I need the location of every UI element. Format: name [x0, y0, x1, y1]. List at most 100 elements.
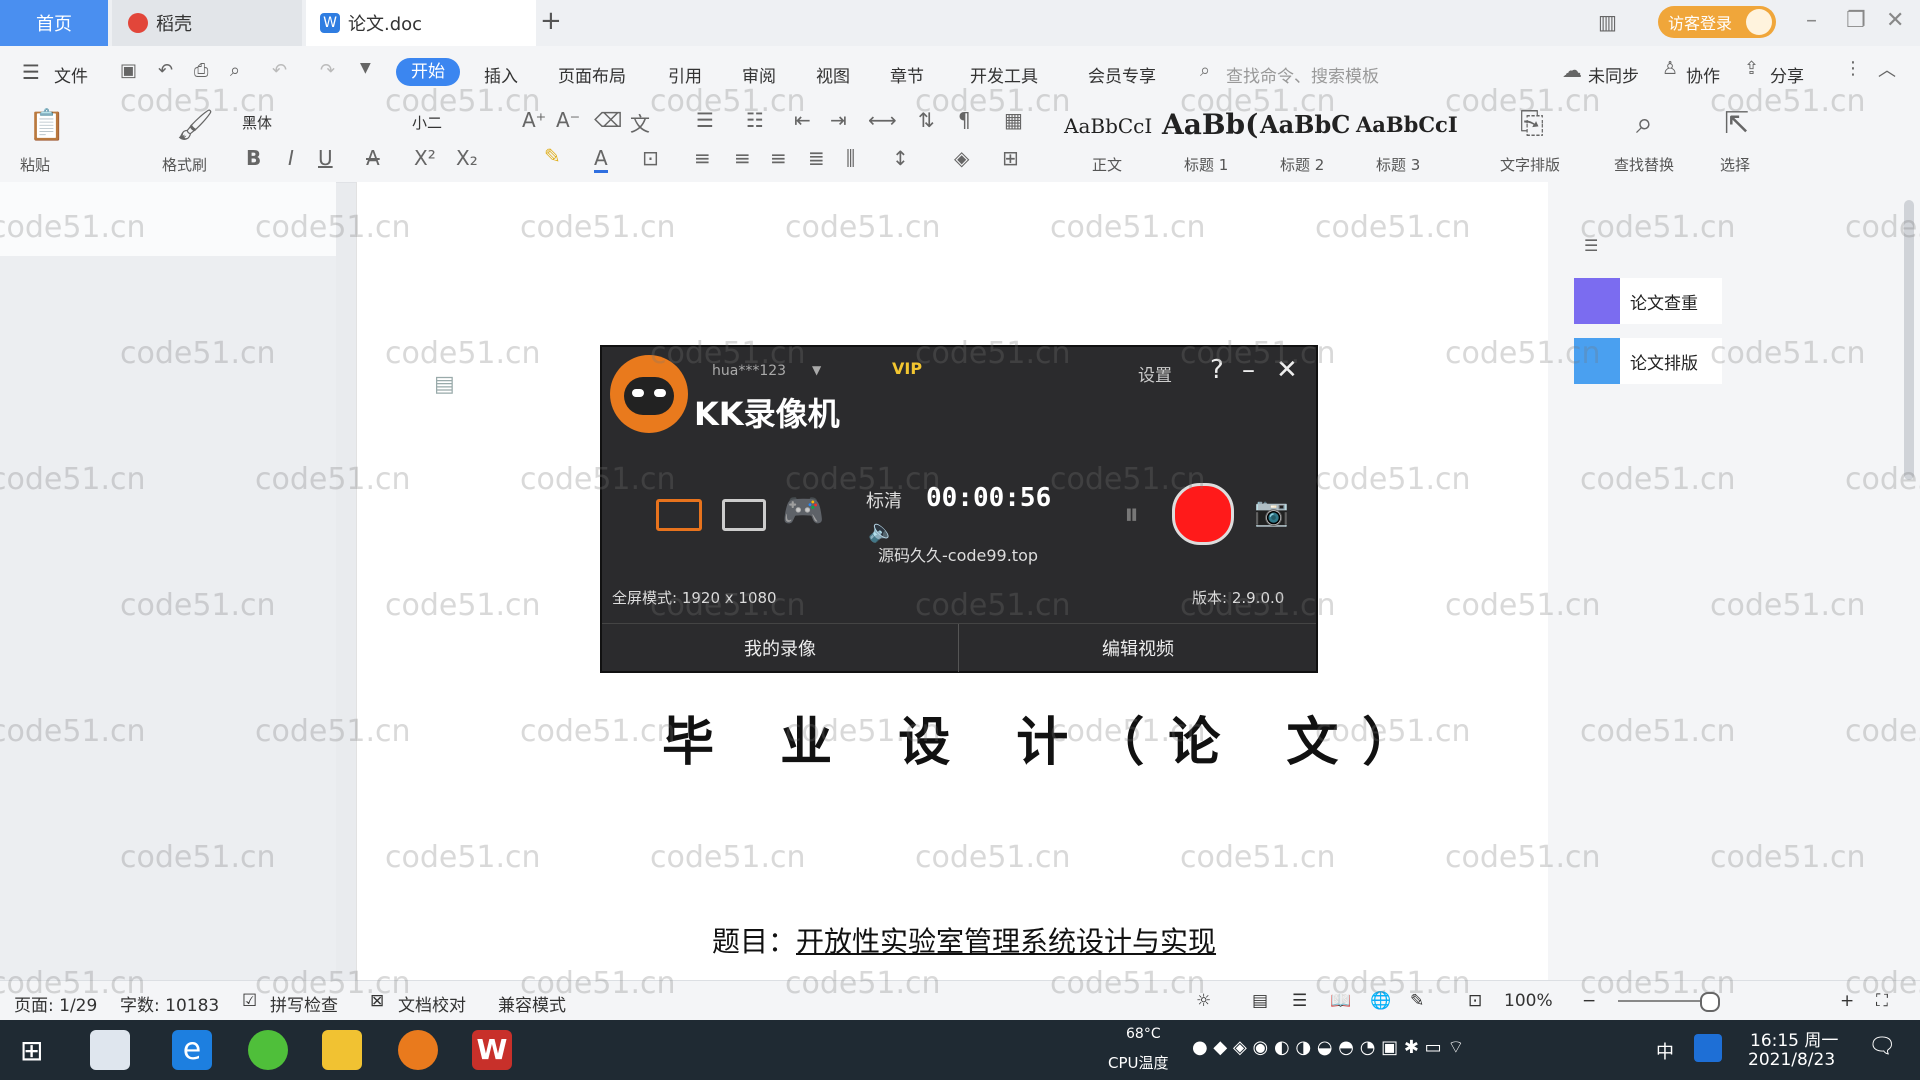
italic-icon[interactable]: I [288, 146, 294, 170]
doc-proof-button[interactable]: 文档校对 [398, 991, 466, 1016]
menu-file[interactable]: 文件 [54, 62, 88, 87]
share-button[interactable]: 分享 [1770, 62, 1804, 87]
page-indicator[interactable]: 页面: 1/29 [14, 991, 97, 1016]
edit-video-button[interactable]: 编辑视频 [960, 624, 1316, 672]
eye-protect-icon[interactable]: ☼ [1196, 991, 1211, 1011]
font-color-icon[interactable]: A [594, 146, 608, 173]
more-icon[interactable]: ⋮ [1844, 58, 1862, 79]
hamburger-icon[interactable]: ☰ [22, 60, 40, 84]
numbering-icon[interactable]: ☷ [746, 108, 764, 132]
font-select[interactable]: 黑体 [242, 112, 272, 133]
subscript-icon[interactable]: X₂ [456, 146, 478, 170]
clock-time[interactable]: 16:15 周一 [1750, 1026, 1838, 1051]
recorder-user[interactable]: hua***123 [712, 363, 786, 379]
style-h3-label[interactable]: 标题 3 [1376, 154, 1420, 175]
align-center-icon[interactable]: ≡ [734, 146, 751, 170]
region-mode-icon[interactable] [722, 499, 766, 531]
undo-history-icon[interactable]: ↶ [158, 60, 173, 81]
screenshot-camera-icon[interactable]: 📷 [1254, 495, 1289, 528]
menu-insert[interactable]: 插入 [484, 62, 518, 87]
format-painter-label[interactable]: 格式刷 [162, 154, 207, 175]
user-dropdown-icon[interactable]: ▼ [812, 363, 821, 377]
notification-icon[interactable]: 🗨 [1868, 1034, 1896, 1059]
align-left-icon[interactable]: ≡ [694, 146, 711, 170]
select-label[interactable]: 选择 [1720, 154, 1750, 175]
pause-button[interactable]: ⏸ [1124, 497, 1139, 532]
table-icon[interactable]: ▦ [1004, 108, 1023, 132]
font-size-select[interactable]: 小二 [412, 112, 442, 133]
zoom-in-icon[interactable]: + [1840, 991, 1854, 1011]
menu-dev-tools[interactable]: 开发工具 [970, 62, 1038, 87]
record-button[interactable] [1172, 483, 1234, 545]
web-view-icon[interactable]: 🌐 [1370, 991, 1391, 1011]
tab-home[interactable]: 首页 [0, 0, 108, 46]
vip-badge[interactable]: VIP [892, 359, 922, 378]
tab-daoke[interactable]: 稻壳 [112, 0, 302, 46]
close-window-button[interactable]: ✕ [1886, 8, 1904, 33]
strikethrough-icon[interactable]: A [366, 146, 380, 170]
style-h2-sample[interactable]: AaBbC [1260, 110, 1350, 139]
sidebar-item-paper-layout[interactable]: 论文排版 [1574, 338, 1722, 384]
kk-recorder-taskbar-icon[interactable] [398, 1030, 438, 1070]
save-icon[interactable]: ▣ [120, 60, 137, 81]
print-icon[interactable]: ⎙ [194, 60, 208, 81]
grow-font-icon[interactable]: A⁺ [522, 108, 546, 132]
wps-icon[interactable]: W [472, 1030, 512, 1070]
volume-icon[interactable]: 🔈 [868, 519, 895, 544]
redo-icon[interactable]: ↷ [320, 60, 335, 81]
undo-icon[interactable]: ↶ [272, 60, 287, 81]
chinese-layout-icon[interactable]: ⟷ [868, 108, 897, 132]
select-cursor-icon[interactable]: ⇱ [1724, 106, 1749, 141]
reading-view-icon[interactable]: 📖 [1330, 991, 1351, 1011]
bold-icon[interactable]: B [246, 146, 261, 170]
collab-button[interactable]: 协作 [1686, 62, 1720, 87]
windows-start-icon[interactable]: ⊞ [20, 1034, 43, 1067]
paste-icon[interactable]: 📋 [28, 108, 65, 143]
highlight-icon[interactable]: ✎ [544, 144, 561, 168]
tab-document[interactable]: W 论文.doc [306, 0, 536, 46]
browser-360-icon[interactable] [248, 1030, 288, 1070]
sync-status[interactable]: 未同步 [1588, 62, 1639, 87]
file-explorer-icon[interactable] [322, 1030, 362, 1070]
format-painter-icon[interactable]: 🖌 [176, 108, 214, 143]
game-mode-icon[interactable]: 🎮 [782, 491, 824, 531]
my-recordings-button[interactable]: 我的录像 [602, 624, 959, 672]
outline-view-icon[interactable]: ☰ [1292, 991, 1307, 1011]
guest-login-button[interactable]: 访客登录 [1658, 6, 1776, 38]
input-method-icon[interactable] [1694, 1034, 1722, 1062]
find-replace-label[interactable]: 查找替换 [1614, 154, 1674, 175]
superscript-icon[interactable]: X² [414, 146, 436, 170]
clock-date[interactable]: 2021/8/23 [1748, 1050, 1835, 1070]
style-normal-label[interactable]: 正文 [1092, 154, 1122, 175]
checkbox-icon[interactable]: ☑ [242, 991, 257, 1011]
find-replace-icon[interactable]: ⌕ [1636, 106, 1653, 141]
shading-icon[interactable]: ◈ [954, 146, 969, 170]
pinyin-icon[interactable]: 文 [630, 108, 650, 137]
word-count[interactable]: 字数: 10183 [120, 991, 219, 1016]
menu-review[interactable]: 审阅 [742, 62, 776, 87]
bullets-icon[interactable]: ☰ [696, 108, 714, 132]
restore-window-button[interactable]: ❐ [1846, 8, 1866, 33]
zoom-slider-knob[interactable] [1700, 992, 1720, 1012]
style-h1-label[interactable]: 标题 1 [1184, 154, 1228, 175]
doc-proof-icon[interactable]: ⊠ [370, 991, 384, 1011]
sidebar-item-plagiarism-check[interactable]: 论文查重 [1574, 278, 1722, 324]
document-title[interactable]: 毕 业 设 计（论 文） [662, 700, 1438, 775]
style-normal-sample[interactable]: AaBbCcI [1064, 114, 1152, 138]
menu-page-layout[interactable]: 页面布局 [558, 62, 626, 87]
fullscreen-mode-icon[interactable] [656, 499, 702, 531]
underline-icon[interactable]: U [318, 146, 333, 170]
show-marks-icon[interactable]: ¶ [958, 108, 971, 132]
tray-icons[interactable]: ● ◆ ◈ ◉ ◐ ◑ ◒ ◓ ◔ ▣ ✱ ▭ ⌔ [1192, 1036, 1464, 1059]
sidebar-menu-icon[interactable]: ☰ [1584, 236, 1598, 255]
menu-start[interactable]: 开始 [396, 58, 460, 86]
print-preview-icon[interactable]: ⌕ [230, 60, 240, 81]
pen-icon[interactable]: ✎ [1410, 991, 1424, 1011]
recorder-help-button[interactable]: ? [1210, 355, 1224, 385]
fullscreen-icon[interactable]: ⛶ [1876, 991, 1888, 1011]
sort-icon[interactable]: ⇅ [918, 108, 935, 132]
text-layout-icon[interactable]: ⎘ [1520, 106, 1544, 141]
clear-format-icon[interactable]: ⌫ [594, 108, 622, 132]
decrease-indent-icon[interactable]: ⇤ [794, 108, 811, 132]
document-topic[interactable]: 题目：开放性实验室管理系统设计与实现 [712, 920, 1216, 960]
